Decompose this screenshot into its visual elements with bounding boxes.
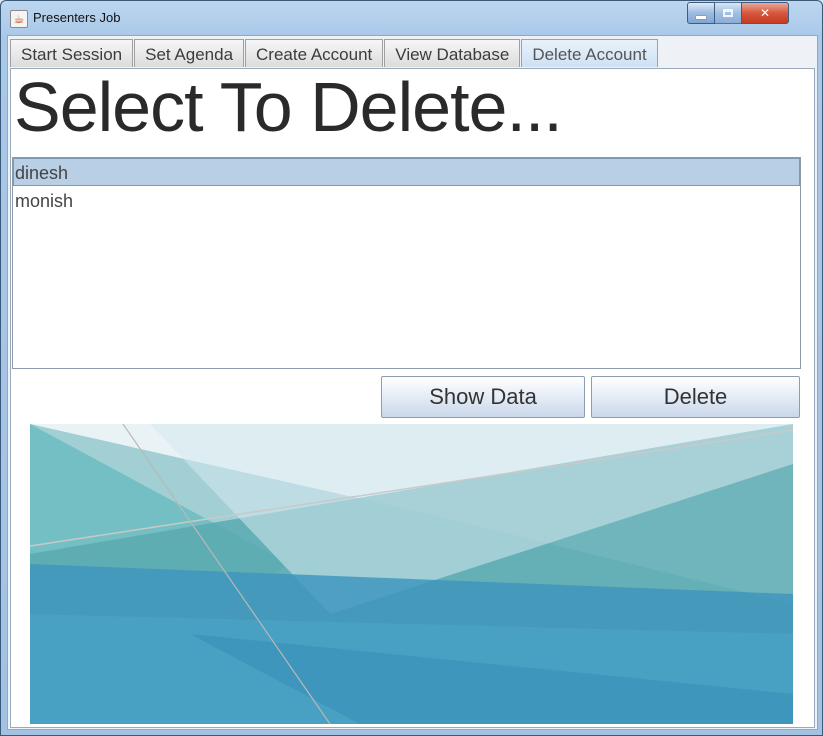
page-title: Select To Delete... [14, 68, 563, 146]
maximize-button[interactable] [714, 2, 742, 24]
minimize-icon [696, 15, 706, 19]
maximize-icon [723, 9, 733, 17]
account-list[interactable]: dinesh monish [12, 157, 801, 369]
decorative-background-image [30, 424, 793, 724]
delete-button[interactable]: Delete [591, 376, 800, 418]
window-title: Presenters Job [33, 10, 121, 25]
tab-create-account[interactable]: Create Account [245, 39, 384, 67]
tab-set-agenda[interactable]: Set Agenda [134, 39, 245, 67]
title-bar[interactable]: ☕ Presenters Job ✕ [1, 1, 822, 35]
list-item[interactable]: dinesh [13, 158, 800, 186]
tab-delete-account[interactable]: Delete Account [521, 39, 658, 67]
tab-start-session[interactable]: Start Session [10, 39, 134, 67]
close-icon: ✕ [759, 6, 771, 20]
client-area: Start Session Set Agenda Create Account … [7, 35, 818, 730]
close-button[interactable]: ✕ [741, 2, 789, 24]
java-cup-icon: ☕ [10, 10, 28, 28]
tab-bar: Start Session Set Agenda Create Account … [10, 39, 659, 69]
app-window: ☕ Presenters Job ✕ Start Session Set Age… [0, 0, 823, 736]
delete-account-panel: Select To Delete... dinesh monish Show D… [10, 68, 815, 728]
show-data-button[interactable]: Show Data [381, 376, 585, 418]
list-item[interactable]: monish [13, 186, 800, 214]
minimize-button[interactable] [687, 2, 715, 24]
tab-view-database[interactable]: View Database [384, 39, 521, 67]
